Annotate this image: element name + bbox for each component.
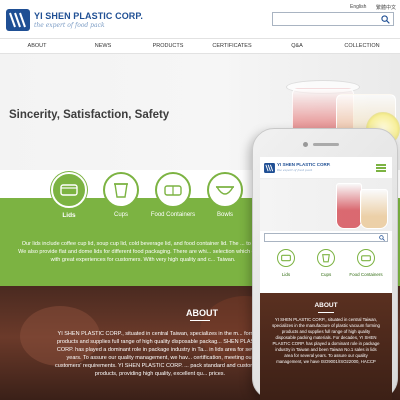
- phone-speaker: [313, 143, 339, 146]
- hero-title: Sincerity, Satisfaction, Safety: [9, 109, 170, 121]
- food-container-icon: [357, 249, 375, 267]
- logo-mark-icon: [6, 9, 30, 31]
- cup-icon: [317, 249, 335, 267]
- phone-camera: [303, 142, 308, 147]
- site-logo[interactable]: YI SHEN PLASTIC CORP. the expert of food…: [6, 9, 166, 31]
- mobile-about-text: YI SHEN PLASTIC CORP., situated in centr…: [272, 317, 380, 364]
- about-title: ABOUT: [186, 308, 218, 318]
- category-label: Bowls: [216, 212, 233, 218]
- mobile-about-section: ABOUT YI SHEN PLASTIC CORP., situated in…: [260, 293, 392, 400]
- phone-screen: YI SHEN PLASTIC CORP. the expert of food…: [260, 157, 392, 400]
- mobile-header: YI SHEN PLASTIC CORP. the expert of food…: [260, 157, 392, 179]
- logo-tagline: the expert of food pack: [34, 22, 105, 29]
- category-food-containers[interactable]: Food Containers: [148, 172, 198, 218]
- logo-mark-icon: [264, 163, 275, 173]
- lang-chinese-link[interactable]: 繁體中文: [376, 4, 396, 11]
- bowl-icon: [207, 172, 243, 208]
- nav-item-qa[interactable]: Q&A: [291, 43, 303, 49]
- search-input[interactable]: [273, 19, 377, 31]
- mobile-category-cups[interactable]: Cups: [308, 249, 344, 277]
- search-box: [272, 12, 394, 31]
- hamburger-menu-icon[interactable]: [376, 164, 386, 172]
- mobile-about-divider: [318, 312, 334, 313]
- category-label: Food Containers: [150, 212, 196, 218]
- about-text: YI SHEN PLASTIC CORP., situated in centr…: [55, 331, 265, 377]
- category-label: Cups: [320, 272, 332, 277]
- lid-icon: [51, 172, 87, 208]
- mobile-hero: [260, 179, 392, 231]
- category-cups[interactable]: Cups: [96, 172, 146, 218]
- category-description: Our lids include coffee cup lid, soup cu…: [18, 241, 268, 263]
- mobile-categories: Lids Cups Food Containers: [260, 245, 392, 298]
- search-icon[interactable]: [381, 15, 390, 24]
- nav-item-products[interactable]: PRODUCTS: [153, 43, 184, 49]
- category-label: Lids: [281, 272, 291, 277]
- about-divider: [190, 320, 210, 321]
- category-label: Lids: [62, 212, 76, 219]
- category-bowls[interactable]: Bowls: [200, 172, 250, 218]
- mobile-logo-name: YI SHEN PLASTIC CORP.: [277, 162, 331, 167]
- mobile-about-title: ABOUT: [314, 302, 338, 309]
- category-lids[interactable]: Lids: [44, 172, 94, 219]
- food-container-icon: [155, 172, 191, 208]
- mobile-hero-cup-image: [360, 189, 388, 229]
- site-header: YI SHEN PLASTIC CORP. the expert of food…: [0, 0, 400, 38]
- main-nav: ABOUT NEWS PRODUCTS CERTIFICATES Q&A COL…: [0, 38, 400, 54]
- lang-english-link[interactable]: English: [350, 4, 366, 10]
- mobile-category-lids[interactable]: Lids: [268, 249, 304, 277]
- lid-icon: [277, 249, 295, 267]
- nav-item-collection[interactable]: COLLECTION: [344, 43, 379, 49]
- mobile-hero-cup-image: [336, 183, 362, 229]
- search-icon[interactable]: [379, 235, 385, 241]
- mobile-category-food-containers[interactable]: Food Containers: [348, 249, 384, 277]
- phone-mockup: YI SHEN PLASTIC CORP. the expert of food…: [252, 128, 398, 400]
- cup-icon: [103, 172, 139, 208]
- nav-item-certificates[interactable]: CERTIFICATES: [212, 43, 251, 49]
- category-label: Cups: [113, 212, 128, 218]
- mobile-search-input[interactable]: [264, 233, 388, 242]
- mobile-logo-tagline: the expert of food pack: [277, 168, 313, 172]
- nav-item-news[interactable]: NEWS: [95, 43, 112, 49]
- logo-name: YI SHEN PLASTIC CORP.: [34, 11, 143, 21]
- category-label: Food Containers: [349, 272, 383, 277]
- nav-item-about[interactable]: ABOUT: [28, 43, 47, 49]
